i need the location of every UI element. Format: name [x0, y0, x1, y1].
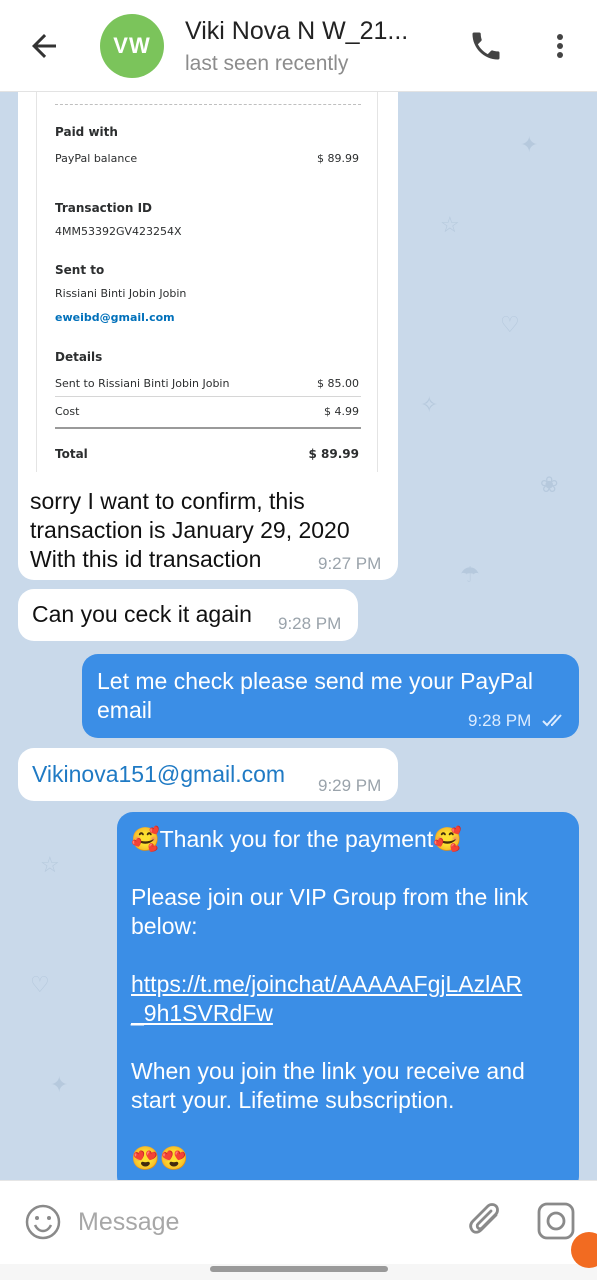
email-link[interactable]: Vikinova151@gmail.com — [32, 760, 285, 789]
message-bubble-incoming[interactable]: Paid with PayPal balance $ 89.99 Transac… — [18, 92, 398, 580]
transaction-id: 4MM53392GV423254X — [55, 225, 182, 238]
paid-with-heading: Paid with — [55, 125, 118, 139]
smiley-icon[interactable] — [24, 1203, 62, 1241]
divider — [55, 104, 361, 105]
doodle-icon: ♡ — [30, 972, 50, 997]
message-time: 9:28 PM — [468, 711, 532, 730]
invite-link-continued[interactable]: _9h1SVRdFw — [131, 1000, 273, 1026]
home-gesture-handle[interactable] — [210, 1266, 388, 1272]
doodle-icon: ♡ — [500, 312, 520, 337]
paperclip-icon[interactable] — [466, 1201, 506, 1245]
message-text: Can you ceck it again — [32, 601, 252, 627]
paid-with-method: PayPal balance — [55, 152, 138, 165]
message-text: 🥰Thank you for the payment🥰 Please join … — [131, 826, 529, 1171]
invite-link[interactable]: https://t.me/joinchat/AAAAAFgjLAzlAR — [131, 971, 522, 997]
divider — [55, 396, 361, 397]
sent-to-name: Rissiani Binti Jobin Jobin — [55, 287, 187, 300]
total-amount: $ 89.99 — [308, 447, 359, 461]
avatar[interactable]: VW — [100, 14, 164, 78]
message-time: 9:27 PM — [318, 554, 382, 573]
arrow-left-icon[interactable] — [26, 28, 62, 64]
receipt-image[interactable]: Paid with PayPal balance $ 89.99 Transac… — [36, 92, 378, 472]
doodle-icon: ✧ — [420, 392, 439, 417]
last-seen-status: last seen recently — [185, 52, 349, 75]
message-bubble-outgoing[interactable]: Let me check please send me your PayPal … — [82, 654, 579, 738]
doodle-icon: ☆ — [440, 212, 460, 237]
paid-with-amount: $ 89.99 — [317, 152, 359, 165]
doodle-icon: ✦ — [520, 132, 539, 157]
double-check-icon — [542, 714, 562, 727]
chat-header: VW Viki Nova N W_21... last seen recentl… — [0, 0, 597, 92]
message-text: sorry I want to confirm, this transactio… — [30, 488, 350, 572]
doodle-icon: ❀ — [540, 472, 559, 497]
doodle-icon: ☆ — [40, 852, 60, 877]
message-input[interactable] — [78, 1199, 448, 1245]
message-time: 9:28 PM — [278, 614, 342, 633]
cost-label: Cost — [55, 405, 80, 418]
transaction-heading: Transaction ID — [55, 201, 153, 215]
sent-to-heading: Sent to — [55, 263, 105, 277]
more-vertical-icon[interactable] — [548, 28, 572, 64]
message-time: 9:29 PM — [318, 776, 382, 795]
doodle-icon: ☂ — [460, 562, 480, 587]
message-bubble-outgoing[interactable]: 🥰Thank you for the payment🥰 Please join … — [117, 812, 579, 1180]
chat-history[interactable]: ✦ ☆ ♡ ✧ ❀ ☂ ✿ ☆ ♡ ✦ ✧ Paid with PayPal b… — [0, 92, 597, 1180]
message-composer — [0, 1180, 597, 1264]
message-bubble-incoming[interactable]: Can you ceck it again 9:28 PM — [18, 589, 358, 641]
total-label: Total — [55, 447, 88, 461]
divider — [55, 427, 361, 429]
doodle-icon: ✦ — [50, 1072, 69, 1097]
sent-to-email: eweibd@gmail.com — [55, 311, 175, 324]
message-bubble-incoming[interactable]: Vikinova151@gmail.com 9:29 PM — [18, 748, 398, 801]
cost-amount: $ 4.99 — [324, 405, 359, 418]
camera-icon[interactable] — [536, 1201, 576, 1241]
chat-title[interactable]: Viki Nova N W_21... — [185, 17, 435, 46]
detail-line-amount: $ 85.00 — [317, 377, 359, 390]
phone-icon[interactable] — [468, 28, 504, 64]
detail-line-label: Sent to Rissiani Binti Jobin Jobin — [55, 377, 230, 390]
details-heading: Details — [55, 350, 103, 364]
